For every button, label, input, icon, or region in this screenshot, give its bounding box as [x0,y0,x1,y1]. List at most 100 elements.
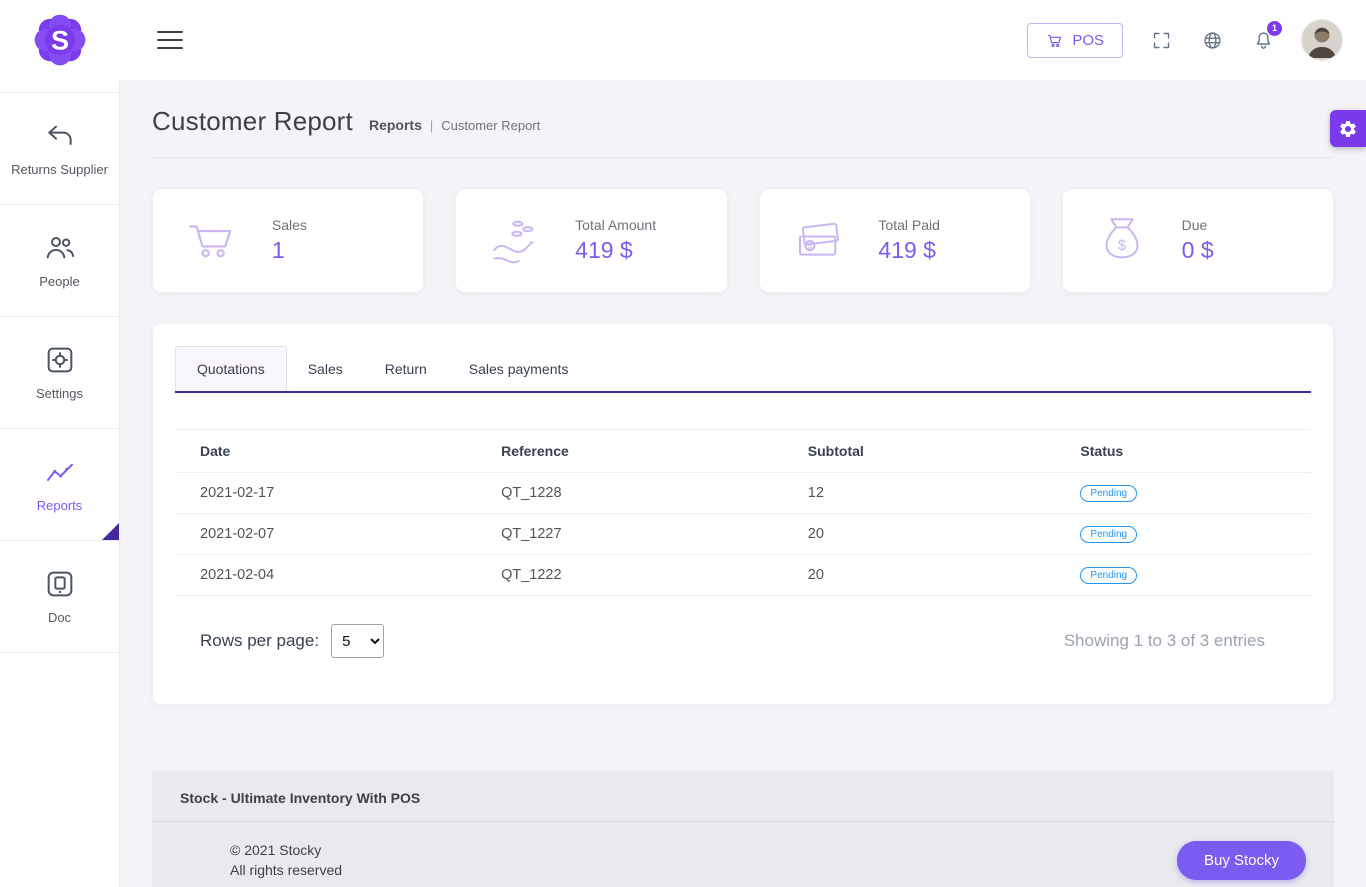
main-content: Customer Report Reports | Customer Repor… [120,80,1366,887]
return-arrow-icon [44,120,76,152]
table-row: 2021-02-04 QT_1222 20 Pending [175,555,1311,596]
cell-status: Pending [1072,473,1311,514]
notification-count-badge: 1 [1267,21,1282,36]
rights-text: All rights reserved [230,860,342,880]
logo-flower-icon: S [30,10,90,70]
user-avatar[interactable] [1302,20,1342,60]
status-badge: Pending [1080,485,1137,502]
copyright-text: © 2021 Stocky [230,840,342,860]
breadcrumb-separator: | [430,118,433,133]
cell-date: 2021-02-07 [175,514,493,555]
settings-box-icon [44,344,76,376]
stats-row: Sales 1 Total Amount 419 $ [152,188,1334,293]
fullscreen-button[interactable] [1149,28,1174,53]
stat-value: 419 $ [575,237,656,264]
sidebar-item-people[interactable]: People [0,205,119,317]
svg-text:$: $ [808,241,813,250]
sidebar-item-label: Doc [44,610,75,626]
people-icon [44,232,76,264]
sidebar-item-label: Returns Supplier [7,162,112,178]
report-card: Quotations Sales Return Sales payments D… [152,323,1334,705]
cart-icon [1046,32,1063,49]
shopping-cart-icon [153,212,272,270]
pos-button[interactable]: POS [1027,23,1123,58]
svg-text:$: $ [1118,238,1126,254]
stat-label: Total Amount [575,217,656,233]
stat-card-total-amount: Total Amount 419 $ [455,188,727,293]
rows-per-page-label: Rows per page: [200,631,319,651]
sidebar-item-reports[interactable]: Reports [0,429,119,541]
cell-status: Pending [1072,555,1311,596]
stat-value: 0 $ [1182,237,1214,264]
gear-icon [1338,119,1358,139]
stat-value: 419 $ [878,237,939,264]
sidebar-item-label: People [35,274,83,290]
cell-reference: QT_1228 [493,473,800,514]
pos-button-label: POS [1072,32,1104,49]
showing-entries-text: Showing 1 to 3 of 3 entries [1064,631,1265,651]
sidebar-item-returns-supplier[interactable]: Returns Supplier [0,93,119,205]
table-header-row: Date Reference Subtotal Status [175,430,1311,473]
stat-label: Due [1182,217,1214,233]
column-header-reference: Reference [493,430,800,473]
stat-card-total-paid: $ Total Paid 419 $ [759,188,1031,293]
tab-return[interactable]: Return [364,346,448,391]
status-badge: Pending [1080,567,1137,584]
cell-subtotal: 20 [800,555,1073,596]
status-badge: Pending [1080,526,1137,543]
footer: Stock - Ultimate Inventory With POS © 20… [152,771,1334,887]
column-header-subtotal: Subtotal [800,430,1073,473]
table-row: 2021-02-17 QT_1228 12 Pending [175,473,1311,514]
notifications-button[interactable]: 1 [1251,28,1276,53]
active-corner-marker [102,523,119,540]
top-header: S POS [0,0,1366,80]
stat-card-due: $ Due 0 $ [1062,188,1334,293]
stat-value: 1 [272,237,307,264]
tab-sales[interactable]: Sales [287,346,364,391]
page-title: Customer Report [152,106,353,137]
rows-per-page-select[interactable]: 5 [331,624,384,658]
avatar-photo [1302,20,1342,60]
table-footer: Rows per page: 5 Showing 1 to 3 of 3 ent… [175,624,1311,658]
sidebar-item-label: Settings [32,386,87,402]
page-head: Customer Report Reports | Customer Repor… [152,106,1334,137]
language-button[interactable] [1200,28,1225,53]
report-tabs: Quotations Sales Return Sales payments [175,346,1311,393]
sidebar: Returns Supplier People Settings [0,80,120,887]
fullscreen-icon [1151,30,1172,51]
sidebar-item-doc[interactable]: Doc [0,541,119,653]
chart-line-icon [44,456,76,488]
stat-label: Sales [272,217,307,233]
breadcrumb-section-link[interactable]: Reports [369,117,422,133]
tab-quotations[interactable]: Quotations [175,346,287,391]
stat-card-sales: Sales 1 [152,188,424,293]
sidebar-item-label: Reports [33,498,87,514]
header-divider [152,157,1334,158]
breadcrumb-current: Customer Report [441,118,540,133]
doc-icon [44,568,76,600]
sidebar-item-settings[interactable]: Settings [0,317,119,429]
cell-reference: QT_1222 [493,555,800,596]
cell-subtotal: 20 [800,514,1073,555]
theme-settings-button[interactable] [1330,110,1366,147]
column-header-status: Status [1072,430,1311,473]
table-row: 2021-02-07 QT_1227 20 Pending [175,514,1311,555]
menu-toggle-button[interactable] [153,27,187,53]
cell-date: 2021-02-17 [175,473,493,514]
column-header-date: Date [175,430,493,473]
quotations-table: Date Reference Subtotal Status 2021-02-1… [175,429,1311,596]
sidebar-scroll-stub [0,80,119,93]
cell-status: Pending [1072,514,1311,555]
topbar-actions: POS 1 [1027,20,1366,60]
money-bag-icon: $ [1063,212,1182,270]
footer-title: Stock - Ultimate Inventory With POS [152,771,1334,822]
app-logo[interactable]: S [0,10,120,70]
logo-letter: S [51,24,69,55]
stat-label: Total Paid [878,217,939,233]
buy-stocky-button[interactable]: Buy Stocky [1177,841,1306,880]
hand-coins-icon [456,212,575,270]
cell-date: 2021-02-04 [175,555,493,596]
tab-sales-payments[interactable]: Sales payments [448,346,590,391]
banknotes-icon: $ [760,212,879,270]
cell-subtotal: 12 [800,473,1073,514]
